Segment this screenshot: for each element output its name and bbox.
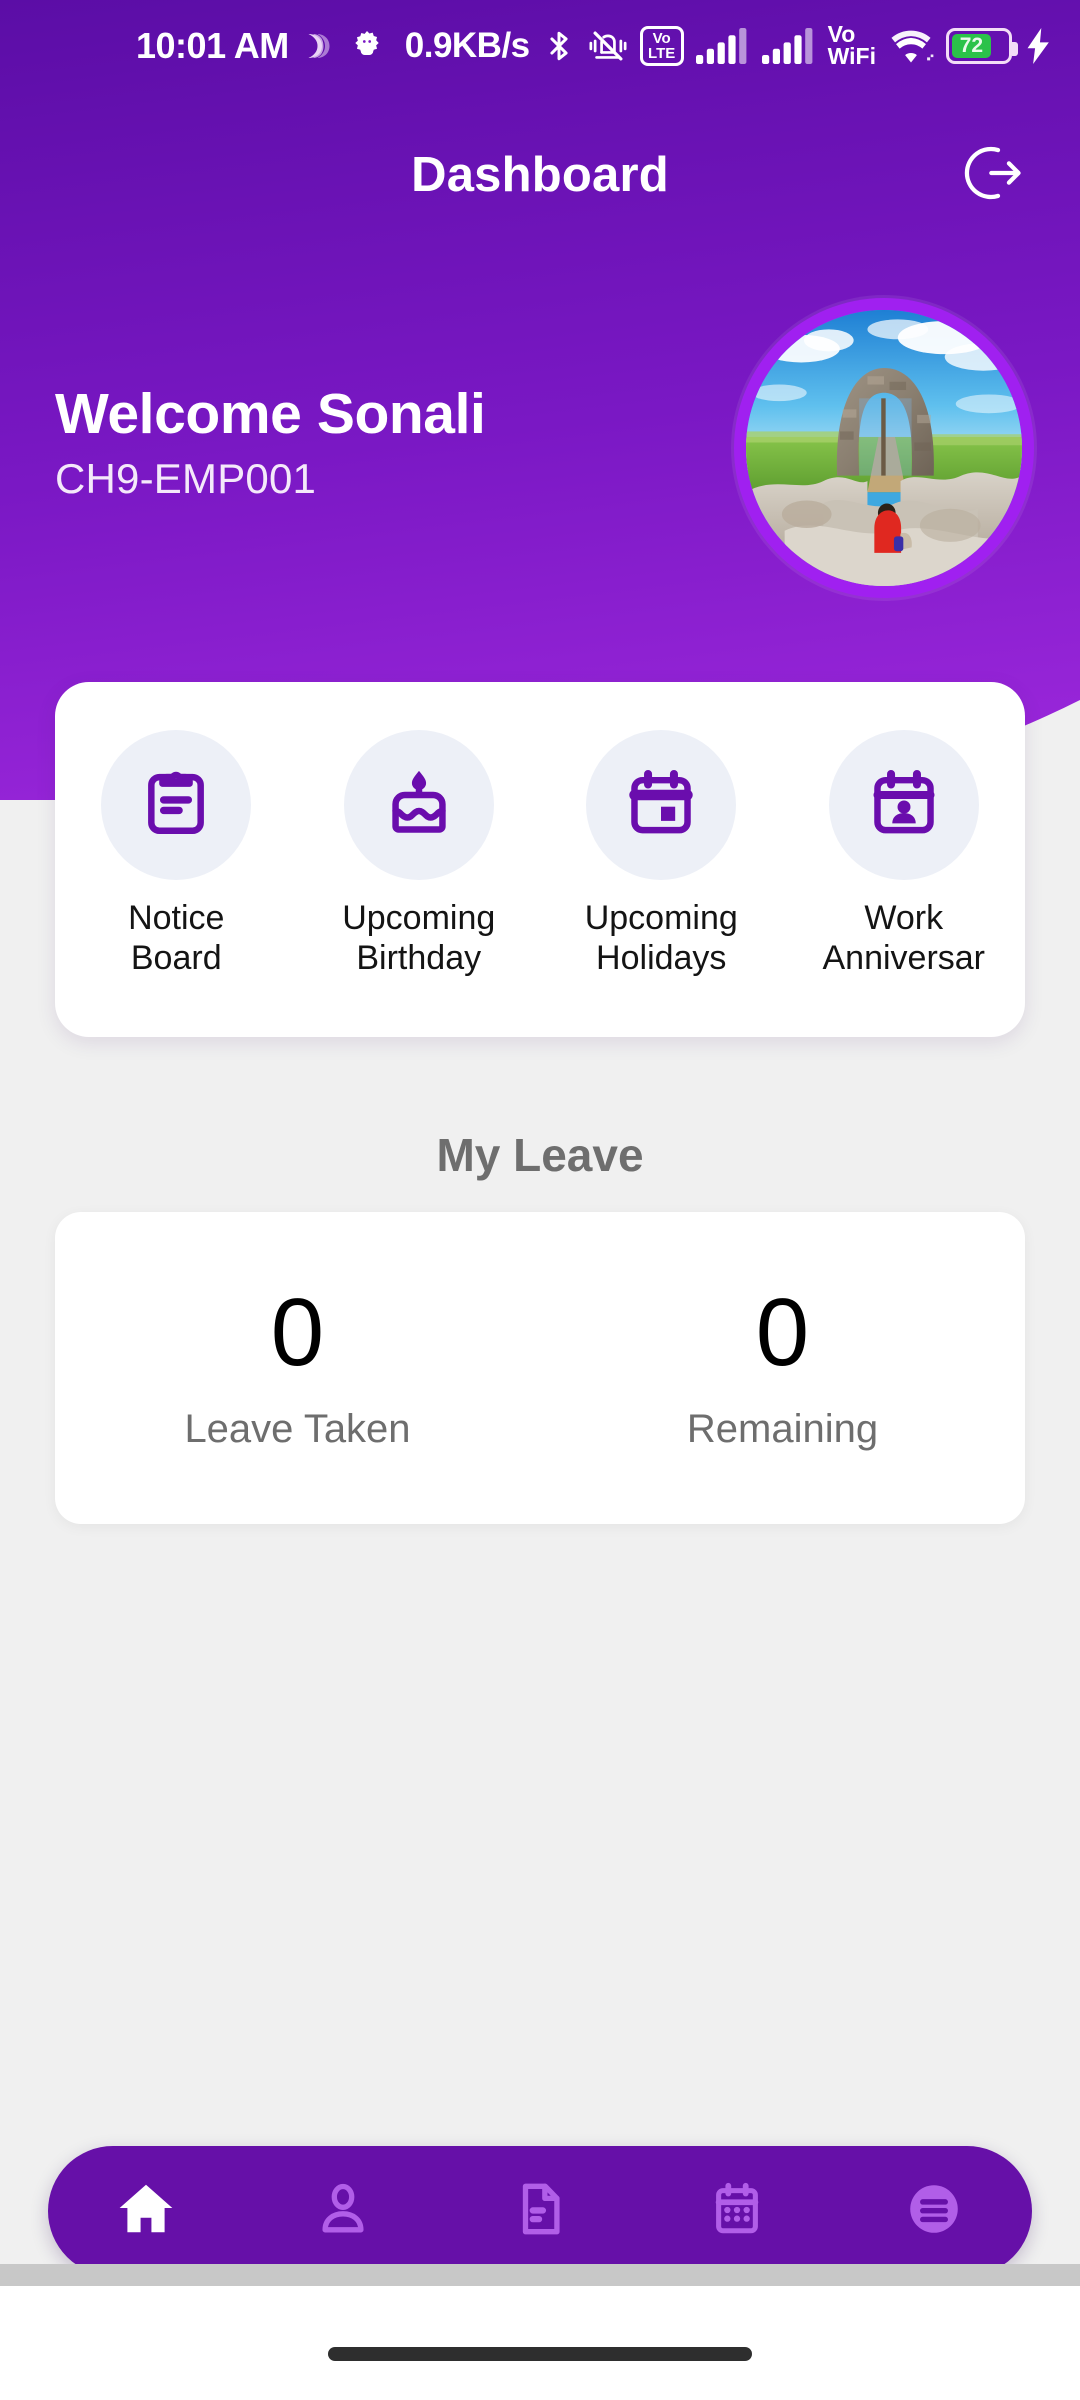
bottom-navigation-bar: [48, 2146, 1032, 2276]
battery-fill: 72: [952, 34, 991, 58]
volte-icon: Vo LTE: [639, 26, 684, 66]
nav-item-profile[interactable]: [245, 2180, 442, 2243]
vibrate-off-icon: [588, 28, 628, 64]
signal-bars-sim1-icon: [695, 28, 750, 64]
system-nav-strip: [0, 2264, 1080, 2286]
quick-action-upcoming-holidays[interactable]: Upcoming Holidays: [540, 730, 783, 978]
vowifi-icon: Vo WiFi: [827, 23, 876, 69]
quick-action-label: Upcoming Holidays: [585, 898, 738, 978]
leave-remaining-label: Remaining: [686, 1406, 879, 1451]
welcome-greeting: Welcome Sonali: [55, 382, 486, 446]
avatar[interactable]: [734, 298, 1034, 598]
quick-action-label-line1: Upcoming: [584, 899, 738, 937]
document-icon: [511, 2180, 569, 2243]
calendar-person-icon: [867, 766, 941, 845]
calendar-icon: [708, 2180, 766, 2243]
quick-action-notice-board[interactable]: Notice Board: [55, 730, 298, 978]
system-gesture-area: [0, 2286, 1080, 2400]
app-bar: Dashboard: [0, 120, 1080, 230]
gesture-handle[interactable]: [328, 2347, 752, 2361]
android-settings-icon: [349, 28, 385, 64]
quick-action-work-anniversary[interactable]: Work Anniversar: [783, 730, 1026, 978]
wifi-icon: [888, 28, 934, 64]
avatar-image: [746, 310, 1022, 586]
quick-action-icon-wrapper: [101, 730, 252, 880]
quick-action-label-line1: Upcoming: [342, 899, 496, 937]
quick-action-icon-wrapper: [343, 730, 494, 880]
person-icon: [314, 2180, 372, 2243]
battery-percent-label: 72: [959, 34, 984, 57]
quick-action-label-line2: Anniversar: [822, 939, 985, 978]
quick-action-label: Notice Board: [128, 898, 224, 978]
welcome-block: Welcome Sonali CH9-EMP001: [55, 382, 486, 503]
quick-action-icon-wrapper: [586, 730, 737, 880]
vowifi-label-bottom: WiFi: [827, 43, 876, 69]
my-leave-card: 0 Leave Taken 0 Remaining: [55, 1212, 1025, 1524]
quick-actions-card: Notice Board Upcoming Birthday Upcoming …: [55, 682, 1025, 1037]
bluetooth-icon: [542, 29, 576, 63]
quick-action-label-line1: Work: [864, 899, 944, 937]
quick-action-label-line2: Holidays: [596, 939, 727, 978]
nav-item-menu[interactable]: [835, 2178, 1032, 2245]
status-bar-clock: 10:01 AM: [136, 25, 289, 66]
quick-action-icon-wrapper: [828, 730, 979, 880]
leave-taken-value: 0: [270, 1278, 325, 1386]
quick-action-label-line2: Birthday: [356, 939, 482, 978]
leave-remaining-value: 0: [755, 1278, 810, 1386]
quick-action-label-line1: Notice: [128, 899, 225, 937]
my-leave-section-title: My Leave: [436, 1129, 644, 1181]
home-icon: [115, 2178, 177, 2245]
menu-icon: [903, 2178, 965, 2245]
calendar-event-icon: [624, 766, 698, 845]
quick-action-upcoming-birthday[interactable]: Upcoming Birthday: [298, 730, 541, 978]
charging-bolt-icon: [1024, 28, 1054, 64]
quick-action-label-line2: Board: [130, 939, 222, 978]
leave-stat-remaining: 0 Remaining: [540, 1278, 1025, 1452]
brightness-auto-icon: [301, 28, 337, 64]
volte-label-bottom: LTE: [648, 45, 676, 62]
volte-label-top: Vo: [652, 30, 671, 47]
quick-action-label: Upcoming Birthday: [342, 898, 495, 978]
birthday-cake-icon: [382, 766, 456, 845]
clipboard-icon: [139, 766, 213, 845]
employee-id: CH9-EMP001: [55, 454, 317, 502]
nav-item-home[interactable]: [48, 2178, 245, 2245]
network-speed-indicator: 0.9KB/s: [404, 26, 530, 65]
nav-item-calendar[interactable]: [638, 2180, 835, 2243]
leave-stat-taken: 0 Leave Taken: [55, 1278, 540, 1452]
logout-button[interactable]: [958, 139, 1030, 211]
leave-taken-label: Leave Taken: [184, 1406, 411, 1451]
page-title: Dashboard: [411, 148, 669, 202]
logout-icon: [962, 141, 1026, 210]
signal-bars-sim2-icon: [761, 28, 816, 64]
nav-item-documents[interactable]: [442, 2180, 639, 2243]
quick-action-label: Work Anniversar: [822, 898, 985, 978]
battery-icon: 72: [946, 28, 1018, 64]
status-bar: 10:01 AM 0.9KB/s Vo LTE Vo WiFi 72: [0, 0, 1080, 92]
